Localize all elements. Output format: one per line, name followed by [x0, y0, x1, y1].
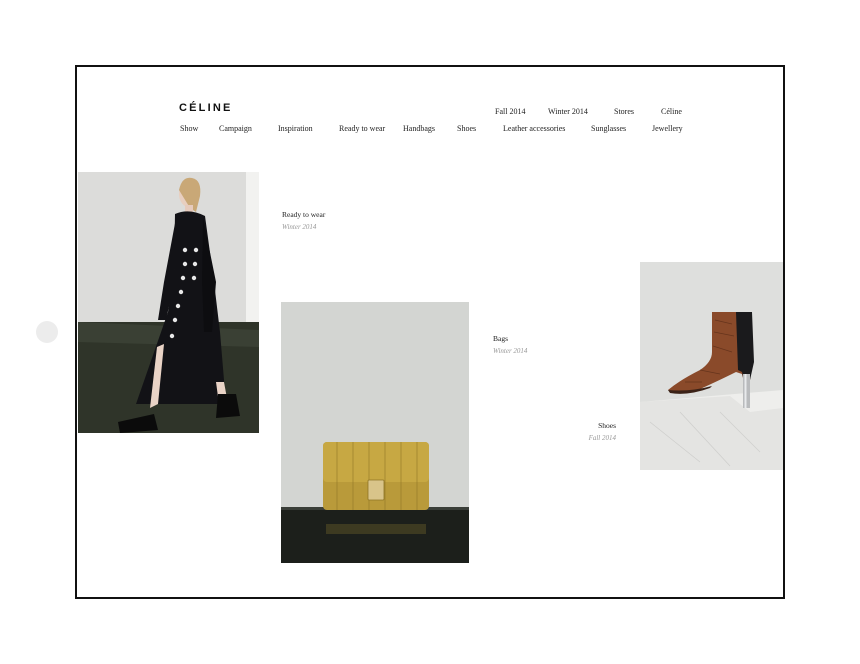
top-nav-stores[interactable]: Stores	[614, 107, 634, 116]
bags-season: Winter 2014	[493, 347, 528, 355]
coat-model-image	[78, 172, 259, 433]
main-nav-inspiration[interactable]: Inspiration	[278, 124, 313, 133]
bags-photo[interactable]	[281, 302, 469, 563]
browser-frame: CÉLINE Fall 2014 Winter 2014 Stores Céli…	[75, 65, 785, 599]
main-nav-ready-to-wear[interactable]: Ready to wear	[339, 124, 385, 133]
main-nav-jewellery[interactable]: Jewellery	[652, 124, 683, 133]
bag-image	[281, 302, 469, 563]
side-scroll-indicator[interactable]	[36, 321, 58, 343]
main-nav-leather-accessories[interactable]: Leather accessories	[503, 124, 565, 133]
bags-title: Bags	[493, 334, 508, 343]
main-nav-handbags[interactable]: Handbags	[403, 124, 435, 133]
ready-to-wear-title: Ready to wear	[282, 210, 326, 219]
boot-image	[640, 262, 783, 470]
top-nav-winter-2014[interactable]: Winter 2014	[548, 107, 588, 116]
shoes-photo[interactable]	[640, 262, 783, 470]
main-nav-shoes[interactable]: Shoes	[457, 124, 476, 133]
shoes-title: Shoes	[598, 421, 616, 430]
main-nav-sunglasses[interactable]: Sunglasses	[591, 124, 626, 133]
top-nav-fall-2014[interactable]: Fall 2014	[495, 107, 525, 116]
celine-logo[interactable]: CÉLINE	[179, 102, 233, 114]
bags-caption[interactable]: Bags Winter 2014	[493, 334, 527, 355]
shoes-season: Fall 2014	[588, 434, 616, 442]
top-nav-celine[interactable]: Céline	[661, 107, 682, 116]
ready-to-wear-photo[interactable]	[78, 172, 259, 433]
ready-to-wear-caption[interactable]: Ready to wear Winter 2014	[282, 210, 325, 231]
shoes-caption[interactable]: Shoes Fall 2014	[575, 421, 616, 442]
ready-to-wear-season: Winter 2014	[282, 223, 317, 231]
main-nav-campaign[interactable]: Campaign	[219, 124, 252, 133]
main-nav-show[interactable]: Show	[180, 124, 198, 133]
